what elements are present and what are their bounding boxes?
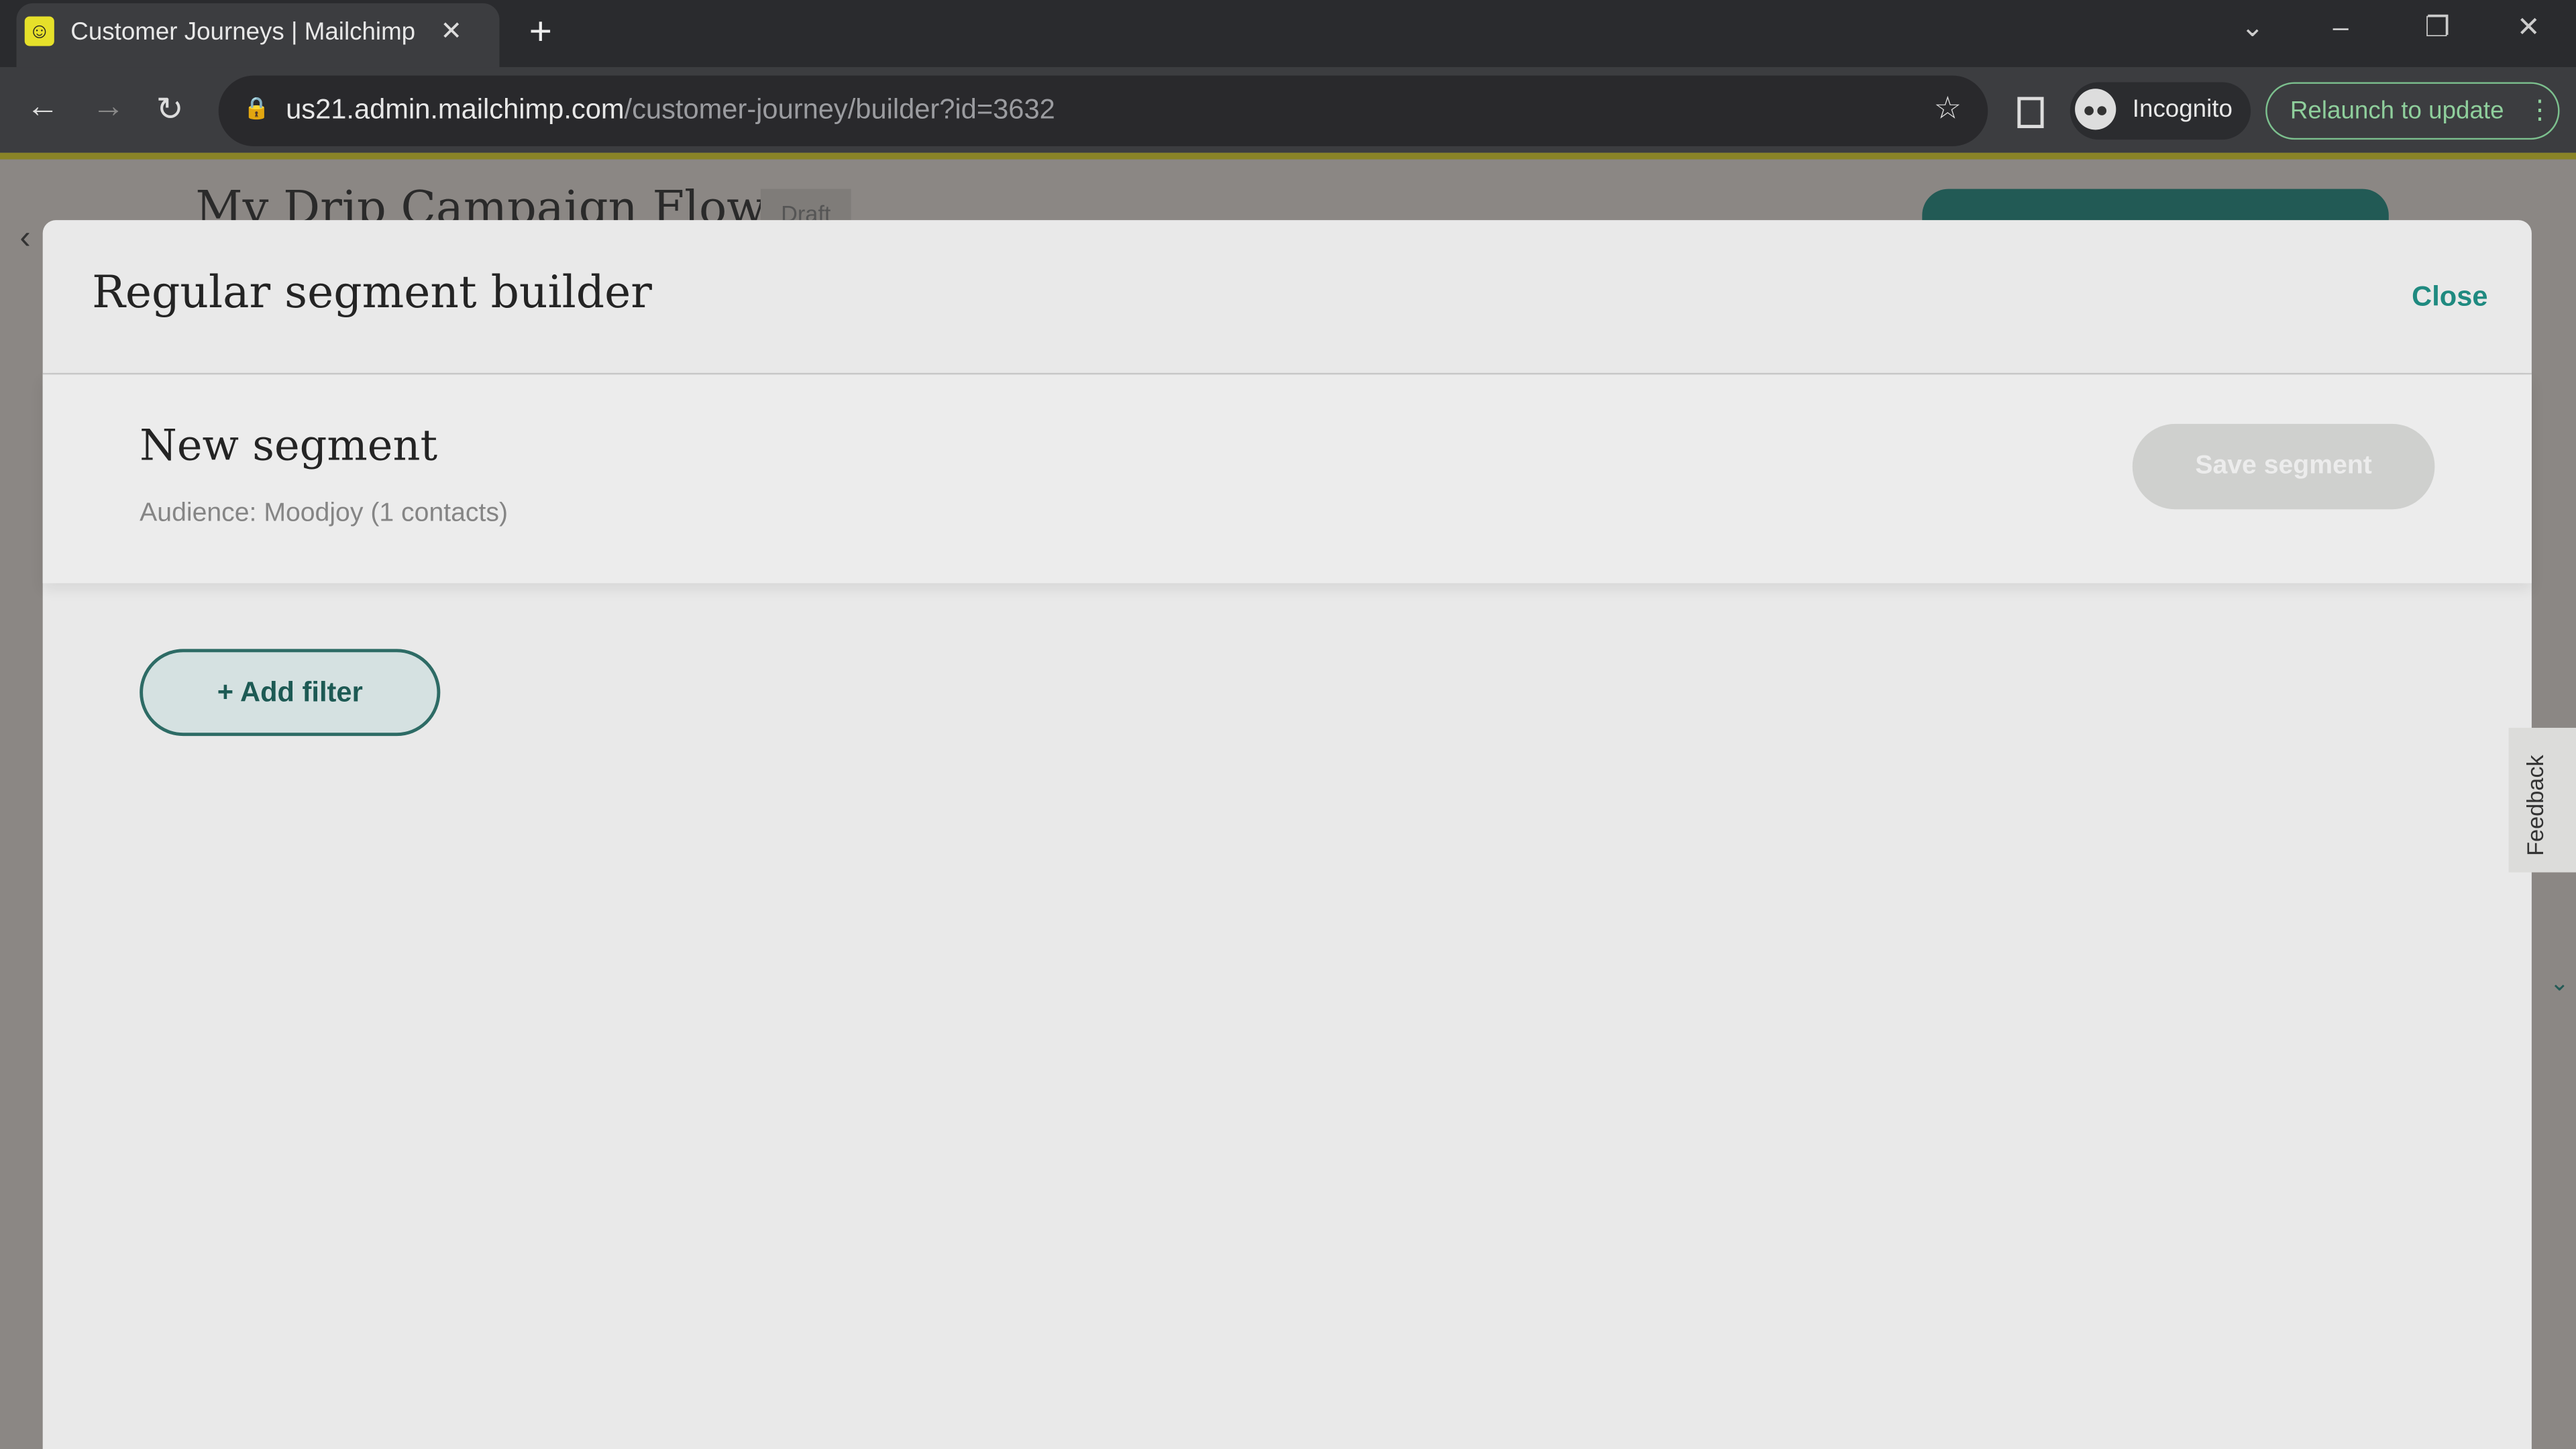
plus-icon: +: [217, 676, 234, 708]
audience-info: Audience: Moodjoy (1 contacts): [140, 499, 508, 528]
url-host: us21.admin.mailchimp.com: [286, 93, 625, 125]
new-tab-icon[interactable]: +: [529, 10, 552, 56]
feedback-tab[interactable]: Feedback: [2508, 727, 2576, 873]
lock-icon: 🔒: [243, 95, 270, 120]
minimize-icon[interactable]: –: [2333, 11, 2349, 44]
side-panel-icon[interactable]: [2017, 97, 2044, 129]
bookmark-star-icon[interactable]: ☆: [1933, 91, 1962, 128]
tab-close-icon[interactable]: ✕: [440, 15, 462, 48]
window-close-icon[interactable]: ✕: [2517, 11, 2540, 44]
incognito-label: Incognito: [2132, 95, 2233, 123]
relaunch-button[interactable]: Relaunch to update ⋮: [2265, 82, 2560, 140]
more-vert-icon[interactable]: ⋮: [2527, 94, 2553, 127]
url-text[interactable]: us21.admin.mailchimp.com/customer-journe…: [286, 94, 1055, 127]
page-top-bar: [0, 152, 2576, 160]
chevron-down-icon: ⌄: [2549, 969, 2569, 996]
chevron-left-icon[interactable]: ‹: [19, 220, 30, 258]
restore-icon[interactable]: ❐: [2425, 11, 2450, 44]
reload-icon[interactable]: ↻: [156, 89, 184, 129]
feedback-label: Feedback: [2522, 755, 2548, 856]
mailchimp-favicon-icon: ☺: [24, 16, 54, 46]
modal-title: Regular segment builder: [92, 268, 652, 319]
save-segment-button[interactable]: Save segment: [2132, 423, 2435, 510]
back-arrow-icon[interactable]: ←: [26, 89, 59, 126]
relaunch-label: Relaunch to update: [2290, 97, 2504, 125]
segment-name: New segment: [140, 422, 438, 472]
add-filter-label: Add filter: [240, 676, 363, 708]
url-path: /customer-journey/builder?id=3632: [624, 93, 1055, 125]
forward-arrow-icon[interactable]: →: [92, 89, 125, 126]
tab-title: Customer Journeys | Mailchimp: [70, 17, 416, 46]
tab-search-chevron-icon[interactable]: ⌄: [2241, 11, 2264, 44]
incognito-icon: ●●: [2075, 89, 2116, 130]
close-button[interactable]: Close: [2412, 281, 2487, 314]
add-filter-button[interactable]: + Add filter: [140, 649, 441, 737]
